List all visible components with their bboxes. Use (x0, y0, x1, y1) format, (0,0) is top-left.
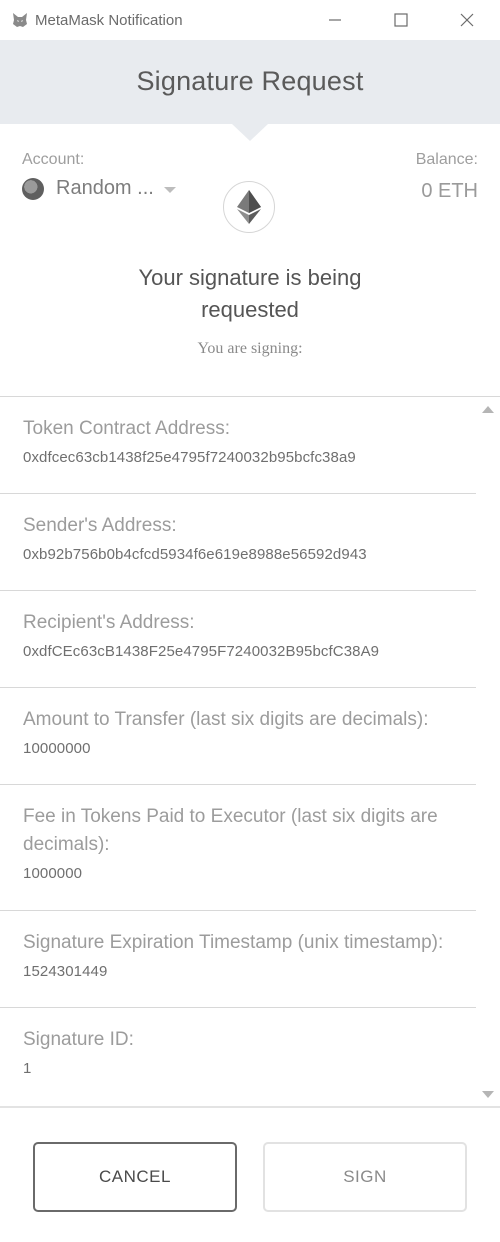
field-value: 0xb92b756b0b4cfcd5934f6e619e8988e56592d9… (23, 546, 367, 563)
signature-prompt: Your signature is being requested (0, 262, 500, 326)
account-name: Random ... (56, 177, 154, 199)
field-value: 1000000 (23, 865, 83, 882)
prompt-line-1: Your signature is being (138, 265, 362, 290)
field-label: Token Contract Address: (23, 418, 230, 439)
balance-label: Balance: (415, 151, 478, 168)
cancel-button[interactable]: CANCEL (33, 1142, 237, 1212)
field-value: 1 (23, 1060, 32, 1077)
ethereum-icon (223, 181, 275, 233)
scroll-down-icon[interactable] (482, 1091, 494, 1098)
close-icon (460, 13, 474, 27)
field-label: Signature ID: (23, 1029, 134, 1050)
window-controls (302, 0, 500, 40)
field-sender-address: Sender's Address: 0xb92b756b0b4cfcd5934f… (0, 494, 476, 591)
metamask-fox-icon (11, 11, 29, 29)
signing-fields-panel[interactable]: Token Contract Address: 0xdfcec63cb1438f… (0, 396, 500, 1107)
field-label: Sender's Address: (23, 515, 177, 536)
page-header: Signature Request (0, 40, 500, 124)
close-button[interactable] (434, 0, 500, 40)
field-signature-id: Signature ID: 1 (0, 1008, 476, 1107)
maximize-icon (394, 13, 408, 27)
signing-fields-list: Token Contract Address: 0xdfcec63cb1438f… (0, 397, 476, 1107)
prompt-line-2: requested (201, 297, 299, 322)
field-label: Amount to Transfer (last six digits are … (23, 709, 429, 730)
maximize-button[interactable] (368, 0, 434, 40)
field-value: 1524301449 (23, 963, 108, 980)
field-value: 10000000 (23, 740, 91, 757)
window-titlebar: MetaMask Notification (0, 0, 500, 40)
field-label: Signature Expiration Timestamp (unix tim… (23, 932, 444, 953)
account-dropdown[interactable]: Random ... (22, 177, 176, 200)
page-title: Signature Request (136, 65, 364, 96)
account-label: Account: (22, 151, 85, 168)
field-value: 0xdfCEc63cB1438F25e4795F7240032B95bcfC38… (23, 643, 380, 660)
minimize-icon (329, 19, 341, 21)
balance-value: 0 ETH (421, 180, 478, 202)
avatar (22, 177, 44, 200)
action-footer: CANCEL SIGN (0, 1106, 500, 1242)
field-recipient-address: Recipient's Address: 0xdfCEc63cB1438F25e… (0, 591, 476, 688)
signing-label: You are signing: (197, 340, 303, 357)
field-token-contract-address: Token Contract Address: 0xdfcec63cb1438f… (0, 397, 476, 494)
sign-button[interactable]: SIGN (263, 1142, 467, 1212)
scroll-up-icon[interactable] (482, 406, 494, 413)
field-label: Fee in Tokens Paid to Executor (last six… (23, 806, 438, 855)
field-value: 0xdfcec63cb1438f25e4795f7240032b95bcfc38… (23, 449, 356, 466)
account-section: Account: Random ... Balance: 0 ETH (0, 124, 500, 242)
field-signature-expiration: Signature Expiration Timestamp (unix tim… (0, 911, 476, 1008)
scrollbar[interactable] (476, 397, 500, 1107)
field-label: Recipient's Address: (23, 612, 195, 633)
window-title: MetaMask Notification (35, 11, 183, 29)
field-amount-to-transfer: Amount to Transfer (last six digits are … (0, 688, 476, 785)
minimize-button[interactable] (302, 0, 368, 40)
field-fee-in-tokens: Fee in Tokens Paid to Executor (last six… (0, 785, 476, 911)
chevron-down-icon (163, 186, 176, 193)
